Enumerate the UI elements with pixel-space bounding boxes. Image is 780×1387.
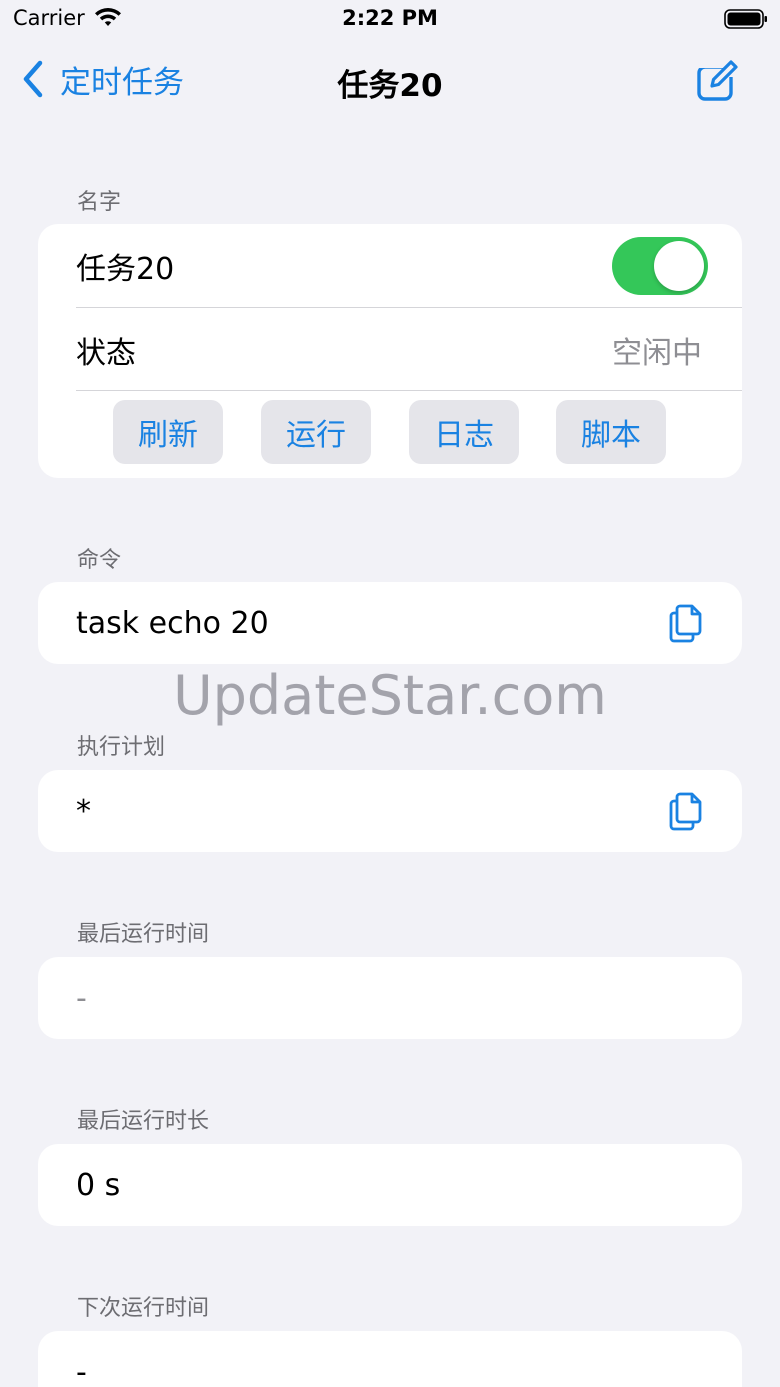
last-run-duration-value: 0 s xyxy=(76,1167,121,1203)
schedule-value: * xyxy=(76,793,91,829)
run-button[interactable]: 运行 xyxy=(261,400,371,464)
status-label: 状态 xyxy=(76,335,136,371)
copy-icon[interactable] xyxy=(668,791,704,831)
last-run-time-section-header: 最后运行时间 xyxy=(77,922,210,947)
status-bar: Carrier 2:22 PM xyxy=(0,0,780,40)
copy-icon[interactable] xyxy=(668,603,704,643)
last-run-time-card: - xyxy=(38,957,742,1039)
last-run-duration-section-header: 最后运行时长 xyxy=(77,1109,210,1134)
page-title: 任务20 xyxy=(337,68,443,104)
command-row: task echo 20 xyxy=(76,582,742,664)
next-run-time-section-header: 下次运行时间 xyxy=(77,1296,210,1321)
last-run-time-row: - xyxy=(76,957,742,1039)
command-section-header: 命令 xyxy=(77,548,122,573)
divider xyxy=(76,390,742,391)
action-buttons: 刷新 运行 日志 脚本 xyxy=(38,400,742,466)
battery-icon xyxy=(724,9,767,29)
log-button[interactable]: 日志 xyxy=(409,400,519,464)
last-run-time-value: - xyxy=(76,980,87,1016)
command-card: task echo 20 xyxy=(38,582,742,664)
status-time: 2:22 PM xyxy=(342,6,438,30)
task-name-row: 任务20 xyxy=(76,224,742,308)
task-name: 任务20 xyxy=(76,252,175,287)
enabled-toggle[interactable] xyxy=(612,237,708,295)
compose-icon[interactable] xyxy=(694,58,740,104)
script-button[interactable]: 脚本 xyxy=(556,400,666,464)
nav-bar: 定时任务 任务20 xyxy=(0,44,780,116)
command-value: task echo 20 xyxy=(76,605,269,641)
last-run-duration-row: 0 s xyxy=(76,1144,742,1226)
refresh-button[interactable]: 刷新 xyxy=(113,400,223,464)
toggle-knob xyxy=(654,241,704,291)
watermark: UpdateStar.com xyxy=(173,664,607,727)
status-row: 状态 空闲中 xyxy=(76,308,742,391)
schedule-card: * xyxy=(38,770,742,852)
name-section-header: 名字 xyxy=(77,190,122,215)
next-run-time-row: - xyxy=(76,1331,742,1387)
screen: Carrier 2:22 PM 定时任务 任务20 名字 任务20 状态 空闲中… xyxy=(0,0,780,1387)
schedule-section-header: 执行计划 xyxy=(77,735,166,760)
last-run-duration-card: 0 s xyxy=(38,1144,742,1226)
name-card: 任务20 状态 空闲中 刷新 运行 日志 脚本 xyxy=(38,224,742,478)
status-value: 空闲中 xyxy=(612,335,702,371)
next-run-time-card: - xyxy=(38,1331,742,1387)
schedule-row: * xyxy=(76,770,742,852)
next-run-time-value: - xyxy=(76,1354,87,1387)
